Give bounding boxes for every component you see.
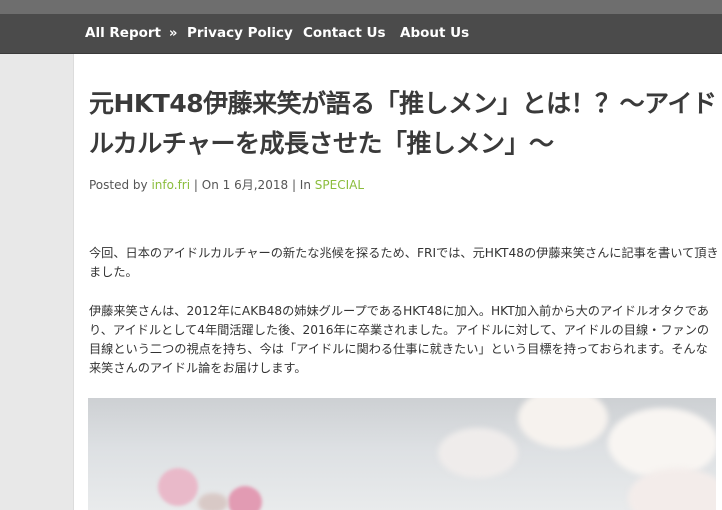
nav-all-report[interactable]: All Report » — [85, 14, 177, 53]
category-link[interactable]: SPECIAL — [315, 178, 364, 192]
author-link[interactable]: info.fri — [151, 178, 190, 192]
article-photo — [88, 398, 716, 510]
in-label: | In — [291, 178, 311, 192]
intro-paragraph: 今回、日本のアイドルカルチャーの新たな兆候を探るため、FRIでは、元HKT48の… — [89, 246, 719, 279]
post-meta: Posted by info.fri | On 1 6月,2018 | In S… — [89, 176, 364, 193]
post-title: 元HKT48伊藤来笑が語る「推しメン」とは！？～アイドルカルチャーを成長させた「… — [89, 89, 717, 158]
top-strip — [0, 0, 722, 14]
posted-by-label: Posted by — [89, 178, 148, 192]
nav-privacy-policy[interactable]: Privacy Policy — [187, 14, 293, 53]
photo-blossom-cluster — [438, 428, 518, 478]
profile-paragraph: 伊藤来笑さんは、2012年にAKB48の姉妹グループであるHKT48に加入。HK… — [89, 304, 710, 375]
nav-all-report-label: All Report — [85, 25, 162, 41]
main-nav: All Report » Privacy Policy Contact Us Ab… — [0, 14, 722, 54]
on-label: | On — [193, 178, 219, 192]
photo-blossom-cluster — [518, 398, 608, 448]
photo-flower — [158, 468, 198, 506]
photo-flower — [198, 493, 228, 510]
photo-flower — [228, 486, 262, 510]
nav-about-us[interactable]: About Us — [400, 14, 469, 53]
chevron-right-icon: » — [169, 26, 178, 41]
photo-blossom-cluster — [608, 408, 716, 478]
post-content: 元HKT48伊藤来笑が語る「推しメン」とは！？～アイドルカルチャーを成長させた「… — [73, 54, 722, 510]
post-date: 1 6月,2018 — [222, 178, 289, 192]
nav-contact-us[interactable]: Contact Us — [303, 14, 386, 53]
